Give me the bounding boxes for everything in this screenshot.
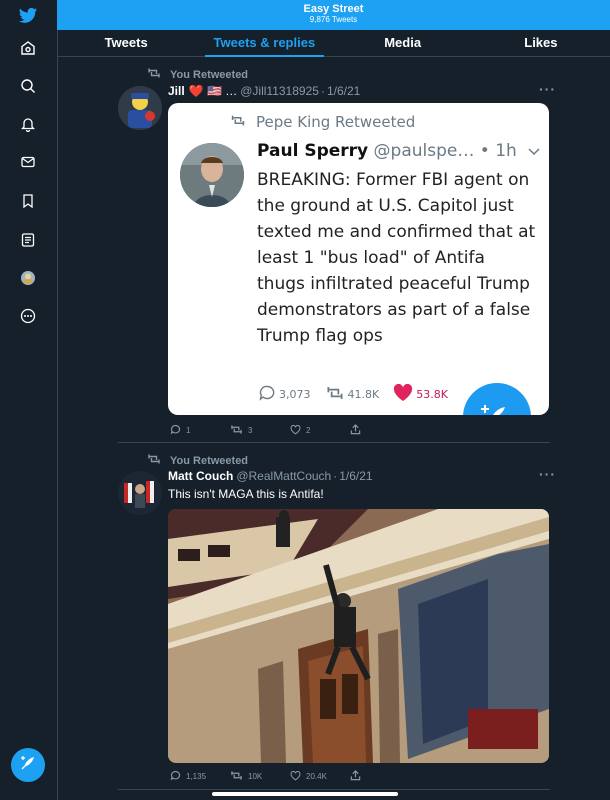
tweet-date[interactable]: 1/6/21: [327, 84, 360, 98]
messages-mail-icon[interactable]: [16, 150, 40, 174]
share-button[interactable]: [350, 424, 410, 437]
chevron-down-icon: [528, 141, 540, 161]
profile-name: Easy Street: [303, 3, 364, 15]
sidebar: [0, 0, 58, 800]
reply-button[interactable]: 1,135: [170, 770, 230, 783]
heart-icon: [393, 383, 413, 405]
twitter-bird-icon[interactable]: [16, 4, 40, 28]
lists-icon[interactable]: [16, 228, 40, 252]
author-handle[interactable]: @Jill11318925: [240, 84, 319, 98]
reply-count: 1: [186, 426, 191, 435]
tweet-date[interactable]: 1/6/21: [339, 469, 372, 483]
tweet-actions: 1 3 2: [170, 424, 410, 437]
avatar[interactable]: [118, 471, 162, 515]
heart-icon: [290, 770, 301, 783]
retweet-indicator: You Retweeted: [147, 453, 248, 468]
reply-button[interactable]: 1: [170, 424, 230, 437]
tweet-actions: 1,135 10K 20.4K: [170, 770, 410, 783]
tweet-photo[interactable]: [168, 509, 549, 763]
retweet-button[interactable]: 3: [230, 424, 290, 437]
tab-tweets-and-replies[interactable]: Tweets & replies: [195, 30, 333, 57]
embedded-tweet-text: BREAKING: Former FBI agent on the ground…: [257, 170, 536, 346]
embedded-tweet-image[interactable]: Pepe King Retweeted Paul Sperry @paulspe…: [168, 103, 549, 415]
share-icon: [350, 770, 361, 783]
profile-tabs: Tweets Tweets & replies Media Likes: [57, 30, 610, 57]
tweet-header: Matt Couch @RealMattCouch · 1/6/21: [168, 469, 373, 483]
reply-icon: [170, 770, 181, 783]
author-handle[interactable]: @RealMattCouch: [236, 469, 331, 483]
like-count: 20.4K: [306, 772, 327, 781]
embedded-compose-icon: [463, 383, 531, 415]
embedded-retweet-label: Pepe King Retweeted: [256, 113, 416, 131]
retweet-label: You Retweeted: [170, 68, 249, 81]
heart-icon: [290, 424, 301, 437]
embedded-author-name: Paul Sperry: [257, 141, 369, 161]
more-options-icon[interactable]: ···: [539, 81, 556, 97]
home-icon[interactable]: [16, 36, 40, 60]
more-circle-icon[interactable]: [16, 304, 40, 328]
author-name-extras: ❤️ 🇺🇸 …: [188, 84, 238, 98]
retweet-indicator: You Retweeted: [147, 67, 248, 82]
reply-count: 1,135: [186, 772, 207, 781]
tweet-text: This isn't MAGA this is Antifa!: [168, 487, 324, 501]
share-button[interactable]: [350, 770, 410, 783]
retweet-icon: [230, 424, 243, 437]
embedded-retweet-indicator: Pepe King Retweeted: [230, 113, 415, 131]
home-indicator[interactable]: [212, 792, 398, 796]
like-count: 2: [306, 426, 311, 435]
like-button[interactable]: 2: [290, 424, 350, 437]
reply-icon: [258, 384, 276, 405]
notifications-bell-icon[interactable]: [16, 112, 40, 136]
embedded-author-handle: @paulspe…: [373, 141, 475, 161]
tab-likes[interactable]: Likes: [472, 30, 610, 56]
retweet-count: 3: [248, 426, 253, 435]
retweet-icon: [230, 770, 243, 783]
tweet-divider: [118, 789, 550, 790]
share-icon: [350, 424, 361, 437]
profile-avatar-icon[interactable]: [16, 266, 40, 290]
embedded-reply-count: 3,073: [279, 388, 311, 401]
embedded-retweet-icon: [230, 113, 246, 131]
reply-icon: [170, 424, 181, 437]
more-options-icon[interactable]: ···: [539, 466, 556, 482]
embedded-tweet-header: Paul Sperry @paulspe… • 1h: [257, 141, 540, 161]
retweet-icon: [147, 453, 161, 468]
tweet-divider: [118, 442, 550, 443]
retweet-icon: [325, 385, 345, 404]
compose-tweet-button[interactable]: [11, 748, 45, 782]
retweet-icon: [147, 67, 161, 82]
compose-tweet-icon: [19, 754, 37, 777]
embedded-retweet-count: 41.8K: [347, 388, 380, 401]
avatar[interactable]: [118, 86, 162, 130]
bookmark-icon[interactable]: [16, 189, 40, 213]
profile-header: Easy Street 9,876 Tweets: [57, 0, 610, 30]
embedded-like-count: 53.8K: [416, 388, 448, 401]
search-icon[interactable]: [16, 74, 40, 98]
like-button[interactable]: 20.4K: [290, 770, 350, 783]
embedded-avatar: [180, 143, 244, 207]
embedded-tweet-actions: 3,073 41.8K 53.8K: [258, 383, 462, 405]
embedded-time: • 1h: [479, 141, 517, 161]
tab-media[interactable]: Media: [334, 30, 472, 56]
tweet-count: 9,876 Tweets: [309, 15, 358, 24]
author-name[interactable]: Jill: [168, 84, 185, 98]
tweet-header: Jill ❤️ 🇺🇸 … @Jill11318925 · 1/6/21: [168, 84, 361, 98]
tab-tweets[interactable]: Tweets: [57, 30, 195, 56]
retweet-button[interactable]: 10K: [230, 770, 290, 783]
retweet-count: 10K: [248, 772, 263, 781]
author-name[interactable]: Matt Couch: [168, 469, 233, 483]
retweet-label: You Retweeted: [170, 454, 249, 467]
